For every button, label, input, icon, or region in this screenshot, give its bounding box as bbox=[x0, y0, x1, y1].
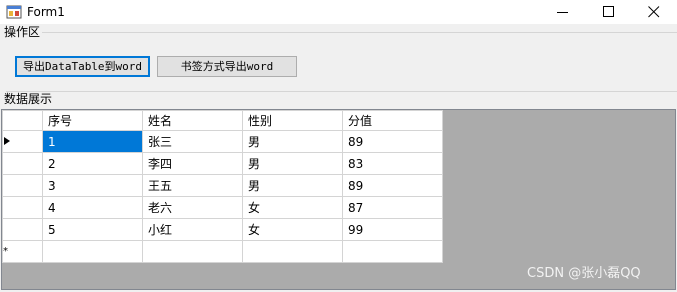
export-datatable-to-word-button[interactable]: 导出DataTable到word bbox=[15, 56, 150, 77]
cell-id[interactable]: 1 bbox=[42, 130, 143, 153]
row-header-current[interactable] bbox=[2, 130, 43, 153]
cell-score[interactable]: 87 bbox=[342, 196, 443, 219]
cell-score[interactable]: 89 bbox=[342, 174, 443, 197]
current-row-arrow-icon bbox=[4, 136, 10, 145]
grid-corner-header[interactable] bbox=[2, 110, 43, 131]
grid-header-row: 序号 姓名 性别 分值 bbox=[2, 110, 443, 131]
cell-gender[interactable]: 女 bbox=[242, 218, 343, 241]
app-icon bbox=[6, 5, 22, 19]
cell-id[interactable]: 4 bbox=[42, 196, 143, 219]
row-header[interactable] bbox=[2, 196, 43, 219]
table-row[interactable]: 2 李四 男 83 bbox=[2, 152, 443, 175]
cell-name[interactable]: 王五 bbox=[142, 174, 243, 197]
new-cell-id[interactable] bbox=[42, 240, 143, 263]
display-group-label: 数据展示 bbox=[4, 92, 55, 106]
cell-gender[interactable]: 男 bbox=[242, 152, 343, 175]
cell-gender[interactable]: 女 bbox=[242, 196, 343, 219]
cell-name[interactable]: 张三 bbox=[142, 130, 243, 153]
new-cell-gender[interactable] bbox=[242, 240, 343, 263]
cell-score[interactable]: 83 bbox=[342, 152, 443, 175]
column-header-id[interactable]: 序号 bbox=[42, 110, 143, 131]
row-header[interactable] bbox=[2, 218, 43, 241]
bookmark-export-word-button[interactable]: 书签方式导出word bbox=[157, 56, 297, 77]
cell-name[interactable]: 老六 bbox=[142, 196, 243, 219]
title-bar: Form1 bbox=[0, 0, 677, 24]
row-header[interactable] bbox=[2, 152, 43, 175]
table-row[interactable]: 5 小红 女 99 bbox=[2, 218, 443, 241]
cell-id[interactable]: 2 bbox=[42, 152, 143, 175]
cell-id[interactable]: 3 bbox=[42, 174, 143, 197]
table-row[interactable]: 4 老六 女 87 bbox=[2, 196, 443, 219]
cell-score[interactable]: 99 bbox=[342, 218, 443, 241]
table-row[interactable]: 3 王五 男 89 bbox=[2, 174, 443, 197]
maximize-icon bbox=[603, 6, 614, 17]
cell-id[interactable]: 5 bbox=[42, 218, 143, 241]
data-grid-table: 序号 姓名 性别 分值 1 张三 男 89 2 李四 男 83 3 王五 男 8… bbox=[2, 110, 443, 263]
display-group-border bbox=[6, 91, 677, 92]
cell-gender[interactable]: 男 bbox=[242, 130, 343, 153]
column-header-score[interactable]: 分值 bbox=[342, 110, 443, 131]
column-header-gender[interactable]: 性别 bbox=[242, 110, 343, 131]
cell-score[interactable]: 89 bbox=[342, 130, 443, 153]
cell-name[interactable]: 李四 bbox=[142, 152, 243, 175]
table-row[interactable]: 1 张三 男 89 bbox=[2, 130, 443, 153]
new-row[interactable]: * bbox=[2, 240, 443, 263]
window-title: Form1 bbox=[27, 5, 65, 19]
operations-group-border bbox=[6, 32, 677, 33]
minimize-button[interactable] bbox=[540, 0, 586, 24]
minimize-icon bbox=[557, 12, 568, 13]
close-icon bbox=[648, 6, 660, 18]
column-header-name[interactable]: 姓名 bbox=[142, 110, 243, 131]
maximize-button[interactable] bbox=[586, 0, 632, 24]
new-cell-score[interactable] bbox=[342, 240, 443, 263]
row-header[interactable] bbox=[2, 174, 43, 197]
operations-group-label: 操作区 bbox=[4, 25, 43, 39]
close-button[interactable] bbox=[631, 0, 677, 24]
new-cell-name[interactable] bbox=[142, 240, 243, 263]
new-row-marker: * bbox=[2, 240, 43, 263]
watermark: CSDN @张小磊QQ bbox=[527, 266, 641, 281]
cell-gender[interactable]: 男 bbox=[242, 174, 343, 197]
cell-name[interactable]: 小红 bbox=[142, 218, 243, 241]
